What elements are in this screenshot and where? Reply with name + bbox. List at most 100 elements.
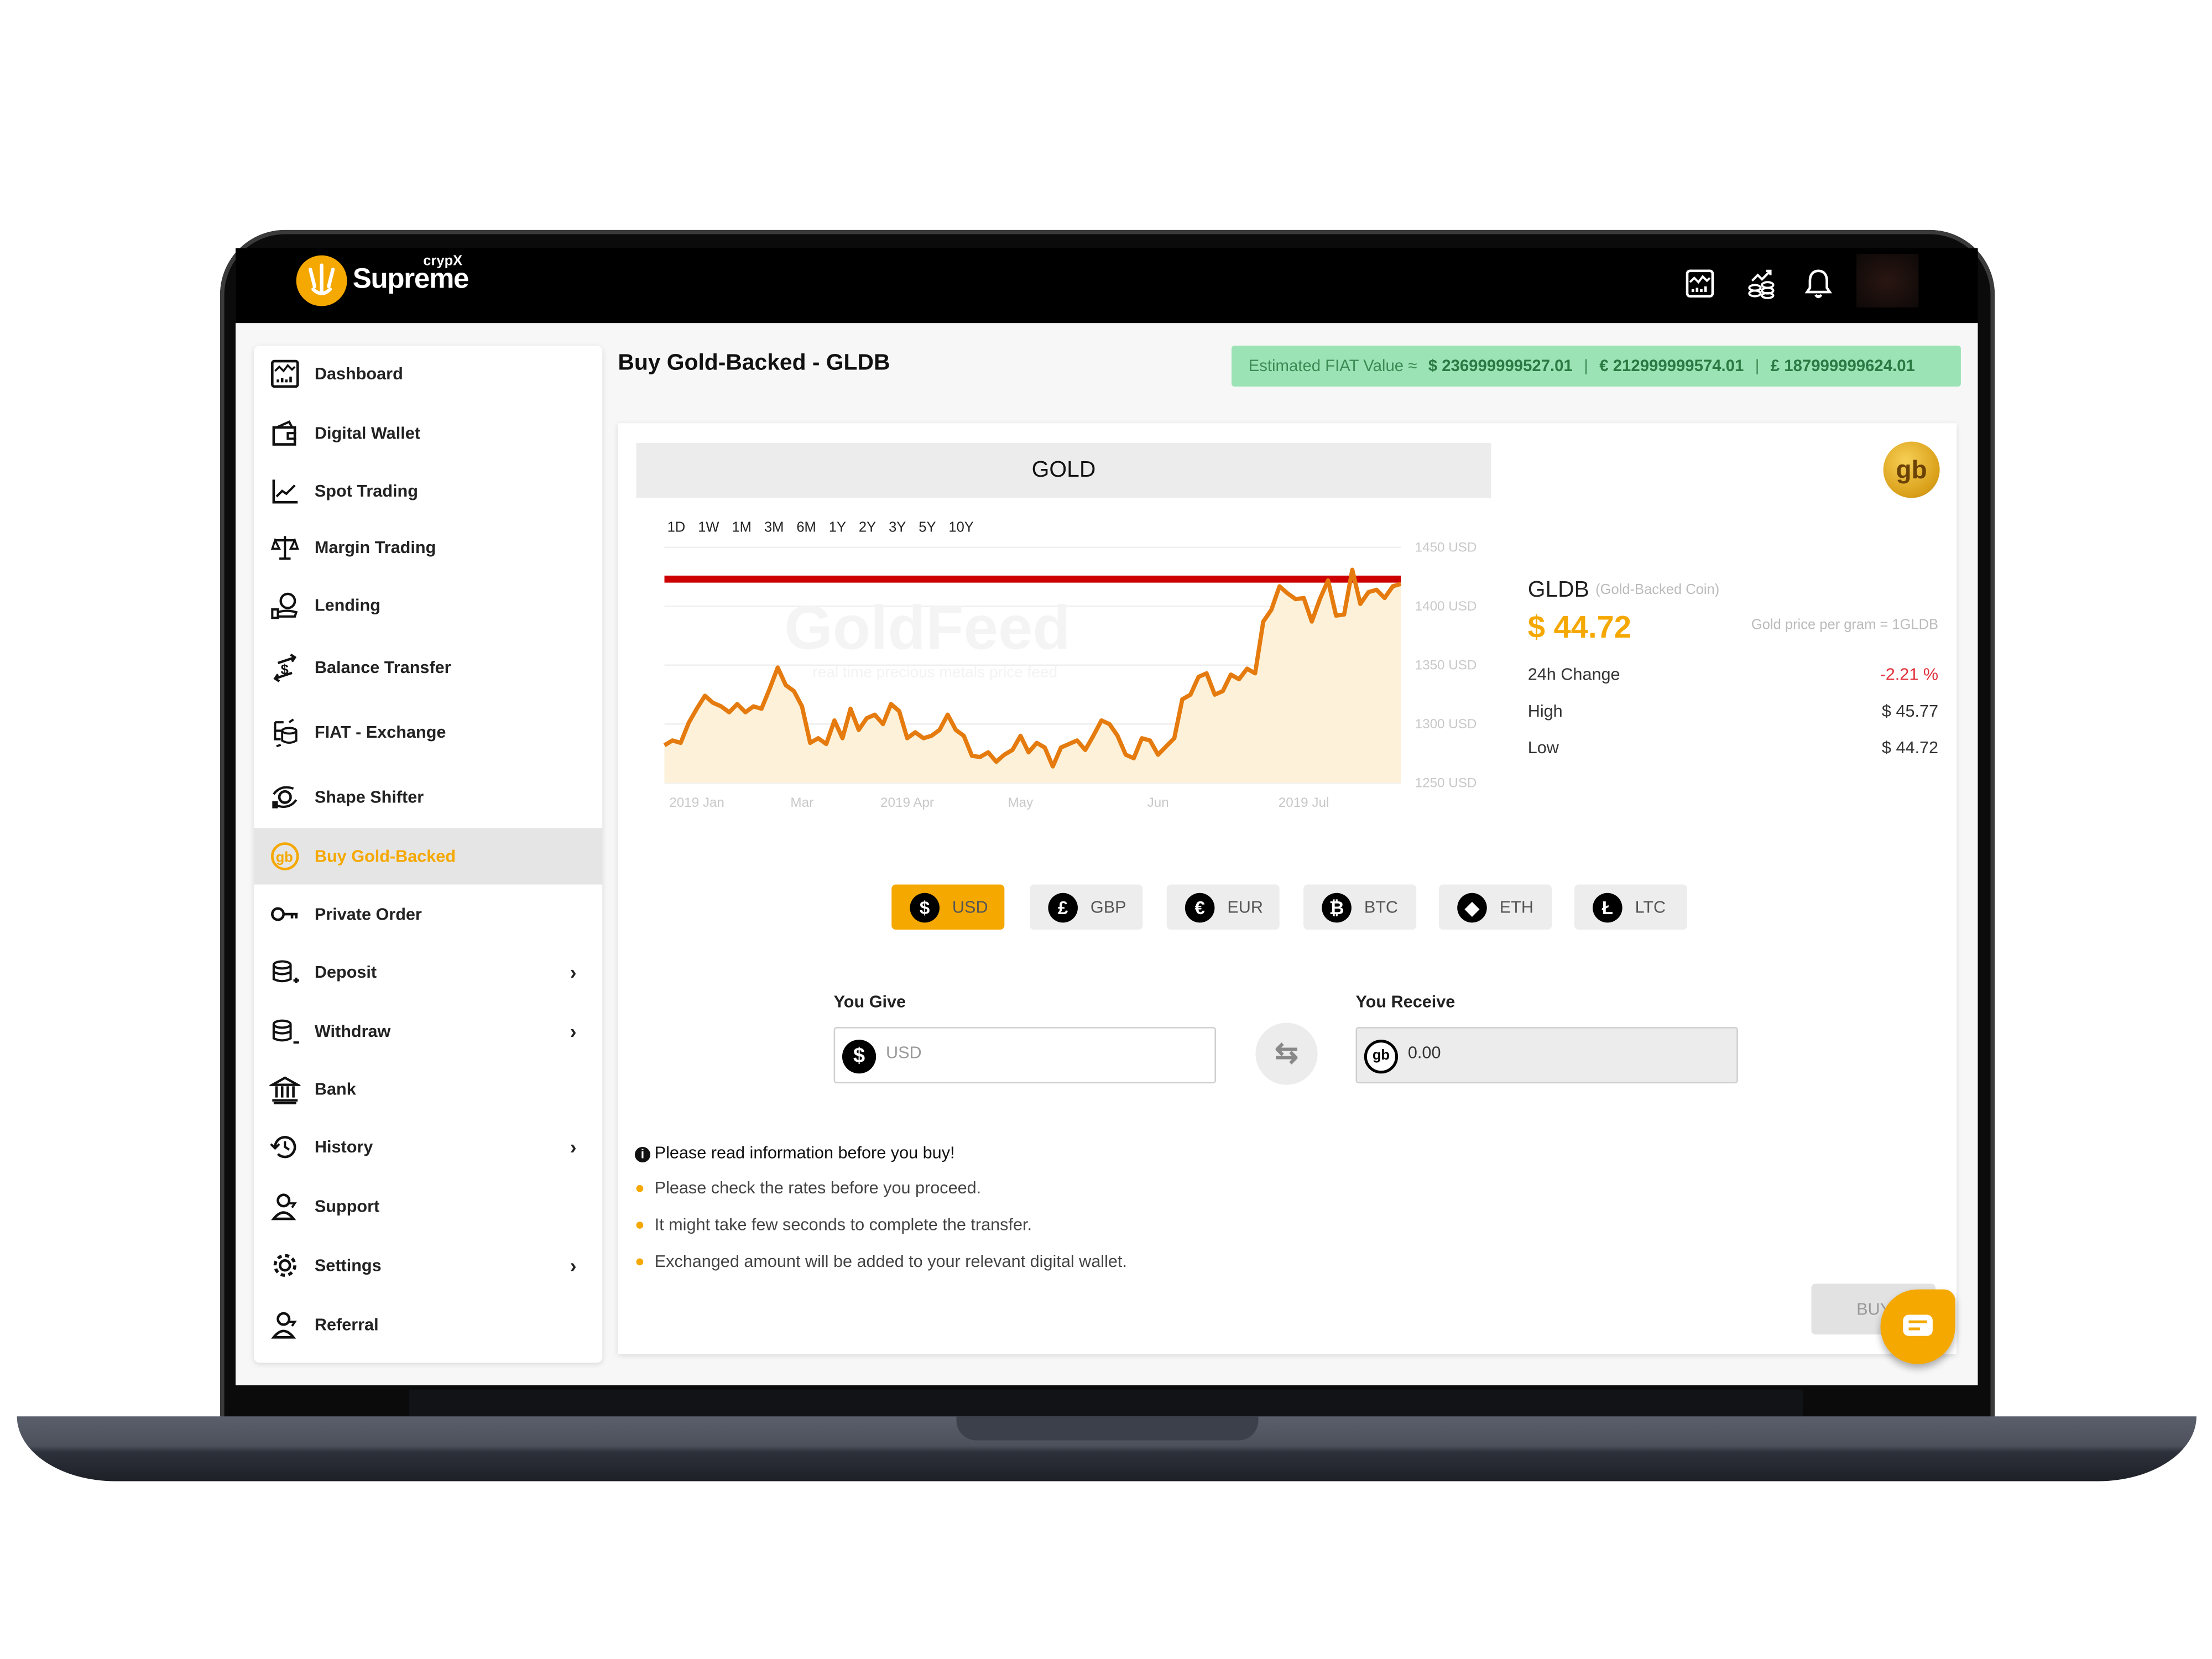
sidebar-item-private-order[interactable]: Private Order [254,886,602,942]
sidebar-item-buy-gold-backed[interactable]: gb Buy Gold-Backed [254,828,603,885]
chat-support-button[interactable] [1880,1289,1955,1364]
referral-user-icon [271,1312,297,1339]
user-avatar[interactable] [1856,254,1919,308]
notification-bell-icon[interactable] [1803,268,1834,299]
sidebar-item-label: Margin Trading [314,537,436,557]
sidebar-item-label: Lending [314,595,380,615]
sidebar-item-shape-shifter[interactable]: Shape Shifter [254,769,602,825]
stat-24h-change: 24h Change -2.21 % [1528,665,1938,685]
stat-label: Low [1527,738,1559,758]
currency-ltc-button[interactable]: Ł LTC [1574,884,1687,930]
svg-text:gb: gb [276,850,293,865]
sidebar-item-referral[interactable]: Referral [254,1296,602,1353]
sidebar-item-label: Settings [314,1255,382,1276]
coins-plus-icon [272,960,299,984]
dashboard-chart-icon[interactable] [1684,268,1715,299]
laptop-hinge [409,1389,1803,1417]
btc-icon: ₿ [1322,892,1352,922]
currency-label: USD [952,897,988,917]
currency-label: EUR [1227,897,1264,917]
sidebar-item-withdraw[interactable]: Withdraw › [254,1003,602,1060]
coin-price: $ 44.72 [1527,609,1631,645]
chevron-right-icon[interactable]: › [570,1136,577,1159]
gear-icon [273,1254,296,1277]
chat-bubble-icon [1903,1314,1933,1336]
currency-usd-button[interactable]: $ USD [891,884,1005,930]
sidebar-item-fiat-exchange[interactable]: FIAT - Exchange [254,704,602,760]
laptop-notch [956,1416,1259,1441]
eur-icon: € [1185,892,1215,922]
currency-label: ETH [1499,897,1533,917]
sidebar-item-deposit[interactable]: Deposit › [254,944,602,1000]
sidebar-item-spot-trading[interactable]: Spot Trading [254,463,602,519]
you-give-field[interactable]: $ [833,1027,1216,1084]
x-tick-label: Jun [1147,795,1169,810]
transfer-arrows-icon: $ [273,653,297,682]
gold-backed-coin-icon: gb [1364,1040,1399,1074]
sidebar-item-lending[interactable]: Lending [254,577,602,633]
fiat-separator: | [1584,357,1588,375]
fiat-label: Estimated FIAT Value ≈ [1248,357,1417,375]
x-tick-label: 2019 Jan [669,795,724,810]
trading-coins-icon[interactable] [1746,268,1777,299]
buy-gold-card: GOLD 1D 1W 1M 3M 6M 1Y 2Y 3Y 5Y 10Y 1250 USD 1300 … [618,423,1957,1354]
chevron-right-icon[interactable]: › [570,1254,577,1277]
stat-low: Low $ 44.72 [1528,738,1938,758]
svg-text:$: $ [281,662,289,677]
currency-gbp-button[interactable]: £ GBP [1030,884,1143,930]
currency-btc-button[interactable]: ₿ BTC [1303,884,1417,930]
stat-label: High [1527,701,1563,721]
y-tick-label: 1250 USD [1415,775,1477,790]
currency-label: BTC [1364,897,1399,917]
info-bullet: Exchanged amount will be added to your r… [636,1251,1127,1271]
x-tick-label: 2019 Apr [880,795,934,810]
info-bullet: Please check the rates before you procee… [636,1178,982,1198]
stat-label: 24h Change [1527,664,1620,685]
fiat-value-gbp: £ 187999999624.01 [1770,357,1915,375]
gold-backed-coin-icon: gb [271,842,299,870]
brand-logo-icon[interactable] [296,255,347,306]
you-receive-label: You Receive [1355,992,1455,1012]
sidebar-item-support[interactable]: Support [254,1178,602,1234]
sidebar-nav: Dashboard Digital Wallet Spot Trading Margi… [254,345,603,1363]
shape-shifter-icon [272,786,298,808]
sidebar-item-label: History [314,1137,373,1157]
fiat-separator: | [1755,357,1760,375]
laptop-mockup: crypX Supreme Dashboard Digital Wallet S… [0,0,2212,1659]
y-tick-label: 1300 USD [1415,717,1477,732]
sidebar-item-balance-transfer[interactable]: $ Balance Transfer [254,639,602,696]
x-tick-label: May [1008,795,1034,810]
coin-symbol: GLDB [1527,578,1589,603]
hand-coin-icon [271,592,298,619]
info-heading-text: Please read information before you buy! [654,1142,955,1163]
swap-arrows-icon[interactable]: ⇆ [1255,1022,1318,1085]
bank-icon [269,1076,301,1105]
currency-eth-button[interactable]: ◆ ETH [1439,884,1552,930]
coin-name: (Gold-Backed Coin) [1595,582,1720,598]
sidebar-item-margin-trading[interactable]: Margin Trading [254,519,602,576]
fiat-value-eur: € 212999999574.01 [1599,357,1744,375]
chevron-right-icon[interactable]: › [570,1020,577,1042]
sidebar-item-bank[interactable]: Bank [254,1061,602,1117]
support-user-icon [271,1193,297,1220]
sidebar-item-history[interactable]: History › [254,1119,602,1175]
gold-price-chart: 1250 USD 1300 USD 1350 USD 1400 USD 1450 USD… [663,540,1477,810]
sidebar-item-digital-wallet[interactable]: Digital Wallet [254,405,602,461]
sidebar-item-label: Referral [314,1314,379,1335]
sidebar-item-label: Spot Trading [314,481,418,501]
sidebar-item-label: Bank [314,1079,356,1099]
you-give-input[interactable] [883,1041,1199,1064]
sidebar-item-label: Balance Transfer [314,657,451,677]
top-navbar: crypX Supreme [236,248,1978,324]
ltc-icon: Ł [1593,892,1623,922]
y-tick-label: 1450 USD [1415,540,1477,555]
sidebar-item-dashboard[interactable]: Dashboard [254,346,602,402]
sidebar-item-settings[interactable]: Settings › [254,1237,602,1293]
currency-eur-button[interactable]: € EUR [1166,884,1280,930]
chevron-right-icon[interactable]: › [570,961,577,983]
gldb-coin-logo: gb [1883,441,1940,498]
sidebar-item-label: Digital Wallet [314,423,420,444]
currency-label: LTC [1635,897,1666,917]
coins-minus-icon [272,1019,299,1044]
stat-value: -2.21 % [1880,664,1939,685]
